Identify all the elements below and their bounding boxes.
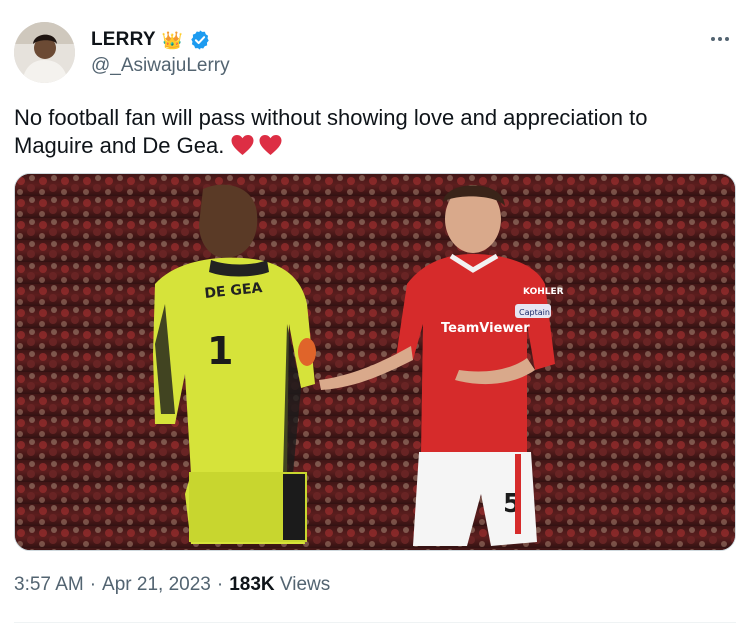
crown-emoji: 👑	[161, 30, 183, 50]
author-handle[interactable]: @_AsiwajuLerry	[91, 55, 230, 77]
author-display-name[interactable]: LERRY	[91, 29, 156, 51]
more-options-icon[interactable]	[708, 29, 732, 49]
tweet-photo[interactable]: DE GEA 1 Captain TeamViewer KOHLER 5	[14, 173, 736, 551]
meta-separator: ·	[216, 574, 224, 595]
captain-armband: Captain	[519, 308, 550, 317]
tweet-metadata: 3:57 AM · Apr 21, 2023 · 183K Views	[14, 574, 330, 596]
red-heart-icon	[259, 135, 282, 155]
views-count: 183K	[229, 574, 275, 595]
views-label: Views	[279, 574, 331, 595]
more-dot	[711, 37, 715, 41]
jersey-number: 1	[207, 329, 233, 373]
tweet-body: No football fan will pass without showin…	[14, 105, 648, 158]
tweet: LERRY 👑 @_AsiwajuLerry No football fan w…	[0, 0, 750, 636]
jersey-sponsor: TeamViewer	[441, 321, 530, 336]
avatar[interactable]	[14, 22, 75, 83]
tweet-time[interactable]: 3:57 AM	[14, 574, 84, 596]
author-name-row: LERRY 👑	[91, 27, 211, 53]
hearts-emoji-group	[230, 134, 283, 156]
verified-badge-icon	[191, 30, 209, 50]
sleeve-sponsor: KOHLER	[523, 287, 564, 297]
tweet-text: No football fan will pass without showin…	[14, 104, 714, 160]
tweet-date[interactable]: Apr 21, 2023	[102, 574, 211, 596]
more-dot	[725, 37, 729, 41]
divider	[14, 622, 736, 623]
more-dot	[718, 37, 722, 41]
meta-separator: ·	[89, 574, 97, 595]
red-heart-icon	[231, 135, 254, 155]
